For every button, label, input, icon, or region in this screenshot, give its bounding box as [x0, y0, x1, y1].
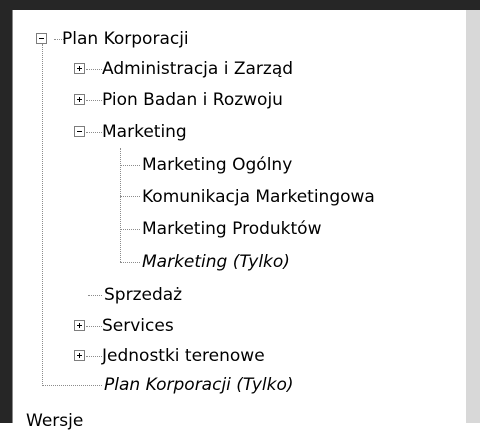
tree-node-wersje[interactable]: Wersje: [26, 408, 83, 434]
tree-node-label: Marketing: [102, 122, 187, 142]
plus-box-icon[interactable]: [74, 320, 85, 331]
tree-node-label: Sprzedaż: [104, 285, 183, 305]
tree-node-label: Marketing Produktów: [142, 219, 322, 239]
minus-box-icon[interactable]: [36, 33, 47, 44]
tree-node-label: Administracja i Zarząd: [102, 59, 294, 79]
tree-node-jednostki-terenowe[interactable]: Jednostki terenowe: [74, 343, 267, 369]
tree-connector-h: [120, 229, 140, 230]
tree-node-sprzedaz[interactable]: Sprzedaż: [102, 282, 184, 308]
tree-node-label: Pion Badan i Rozwoju: [102, 90, 283, 110]
tree-node-plan-korporacji[interactable]: Plan Korporacji: [36, 26, 191, 52]
tree-node-marketing-tylko[interactable]: Marketing (Tylko): [140, 249, 292, 275]
tree-connector-h: [120, 196, 140, 197]
tree-node-label: Services: [102, 316, 174, 336]
plus-box-icon[interactable]: [74, 94, 85, 105]
tree-node-label: Plan Korporacji (Tylko): [104, 375, 294, 395]
window-frame-top: [0, 0, 480, 10]
plus-box-icon[interactable]: [74, 63, 85, 74]
tree-node-marketing-produktow[interactable]: Marketing Produktów: [140, 216, 323, 242]
tree-node-pion-badan[interactable]: Pion Badan i Rozwoju: [74, 87, 285, 113]
tree-node-label: Marketing Ogólny: [142, 155, 293, 175]
plus-box-icon[interactable]: [74, 350, 85, 361]
tree-connector-root: [42, 44, 43, 384]
tree-node-label: Komunikacja Marketingowa: [142, 187, 375, 207]
tree-node-label: Plan Korporacji: [62, 29, 189, 49]
tree-node-administracja[interactable]: Administracja i Zarząd: [74, 56, 295, 82]
tree-node-komunikacja-marketingowa[interactable]: Komunikacja Marketingowa: [140, 184, 377, 210]
tree-connector-root-end: [42, 385, 102, 386]
minus-box-icon[interactable]: [74, 126, 85, 137]
tree-node-label: Jednostki terenowe: [102, 346, 265, 366]
tree-node-plan-korporacji-tylko[interactable]: Plan Korporacji (Tylko): [102, 372, 296, 398]
tree-node-services[interactable]: Services: [74, 313, 176, 339]
tree-connector-h: [88, 295, 102, 296]
tree-node-marketing-ogolny[interactable]: Marketing Ogólny: [140, 152, 294, 178]
tree-node-label: Wersje: [26, 411, 84, 431]
tree-connector-h: [120, 262, 140, 263]
tree-node-marketing[interactable]: Marketing: [74, 119, 189, 145]
tree-node-label: Marketing (Tylko): [142, 252, 290, 272]
window-frame-right: [466, 10, 480, 423]
panel-edge: [12, 10, 13, 423]
tree-connector-h: [120, 165, 140, 166]
window-frame-left: [0, 0, 12, 423]
